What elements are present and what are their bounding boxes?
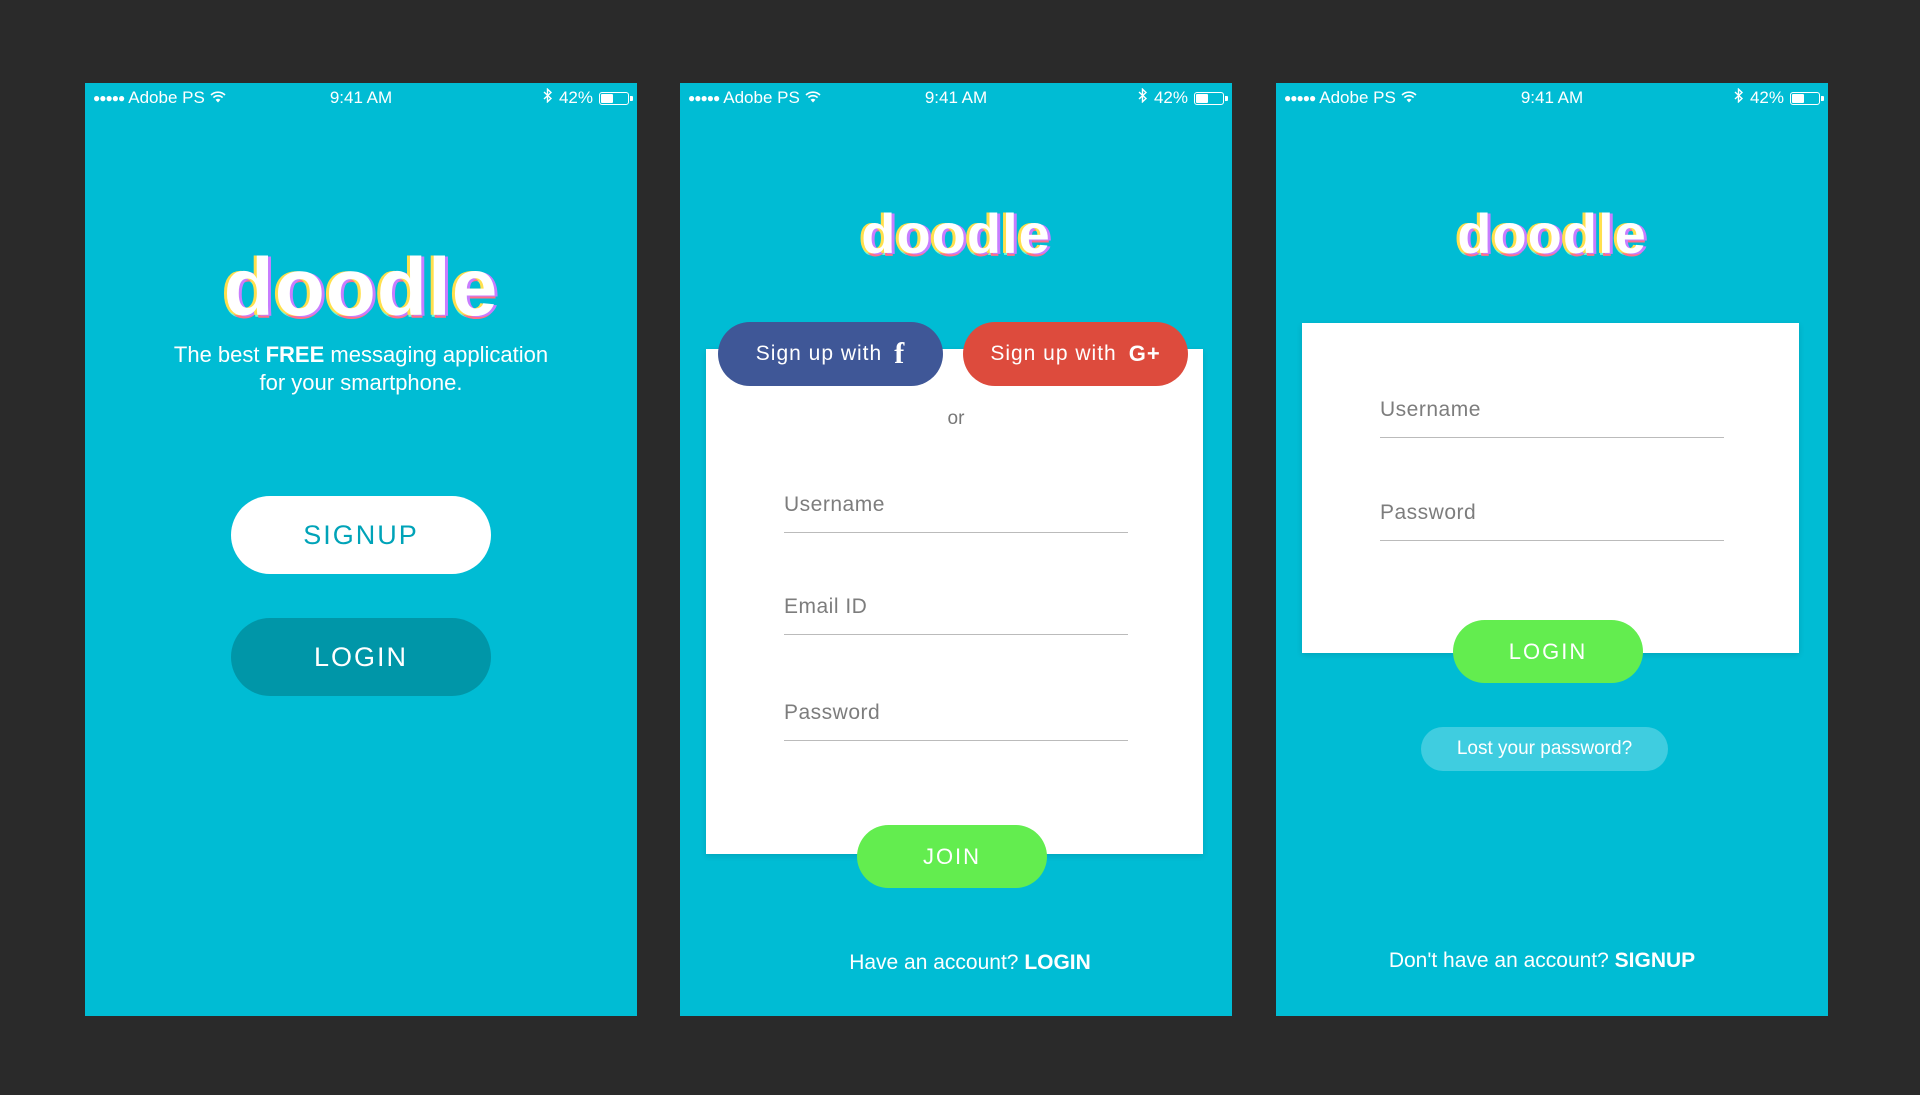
google-signup-button[interactable]: Sign up with G+ [963,322,1188,386]
login-screen: ●●●●● Adobe PS 9:41 AM 42% doodle LOGIN … [1276,83,1828,1016]
app-logo: doodle [223,242,499,333]
status-bar: ●●●●● Adobe PS 9:41 AM 42% [85,83,637,113]
password-field [1380,501,1724,541]
password-input[interactable] [784,701,1128,725]
google-signup-label: Sign up with [990,342,1117,365]
login-button[interactable]: LOGIN [231,618,491,696]
bluetooth-icon [543,87,553,108]
login-card [1302,323,1799,653]
facebook-signup-label: Sign up with [755,342,883,365]
tagline-free: FREE [265,342,325,367]
email-field [784,595,1128,635]
bluetooth-icon [1734,87,1744,108]
google-plus-icon: G+ [1128,341,1161,366]
password-input[interactable] [1380,501,1724,525]
username-input[interactable] [1380,398,1724,422]
signup-screen: ●●●●● Adobe PS 9:41 AM 42% doodle Sign u… [680,83,1232,1016]
battery-icon [1790,91,1824,105]
signup-button[interactable]: SIGNUP [231,496,491,574]
email-input[interactable] [784,595,1128,619]
no-account-text: Don't have an account? SIGNUP [1388,949,1696,972]
join-button[interactable]: JOIN [857,825,1047,888]
battery-icon [1194,91,1228,105]
username-field [1380,398,1724,438]
have-account-text: Have an account? LOGIN [849,951,1091,974]
tagline: The best FREE messaging application for … [173,342,549,395]
app-logo: doodle [861,202,1051,265]
status-bar: ●●●●● Adobe PS 9:41 AM 42% [1276,83,1828,113]
login-button[interactable]: LOGIN [1453,620,1643,683]
battery-icon [599,91,633,105]
password-field [784,701,1128,741]
battery-percent: 42% [1153,88,1188,107]
battery-percent: 42% [1749,88,1784,107]
or-divider: or [947,408,965,429]
lost-password-button[interactable]: Lost your password? [1421,727,1668,771]
facebook-signup-button[interactable]: Sign up with f [718,322,943,386]
battery-percent: 42% [558,88,593,107]
app-logo: doodle [1457,202,1647,265]
signup-link[interactable]: SIGNUP [1615,949,1696,972]
welcome-screen: ●●●●● Adobe PS 9:41 AM 42% doodle The be… [85,83,637,1016]
facebook-icon: f [894,337,906,370]
bluetooth-icon [1138,87,1148,108]
username-input[interactable] [784,493,1128,517]
status-bar: ●●●●● Adobe PS 9:41 AM 42% [680,83,1232,113]
username-field [784,493,1128,533]
login-link[interactable]: LOGIN [1024,951,1091,974]
